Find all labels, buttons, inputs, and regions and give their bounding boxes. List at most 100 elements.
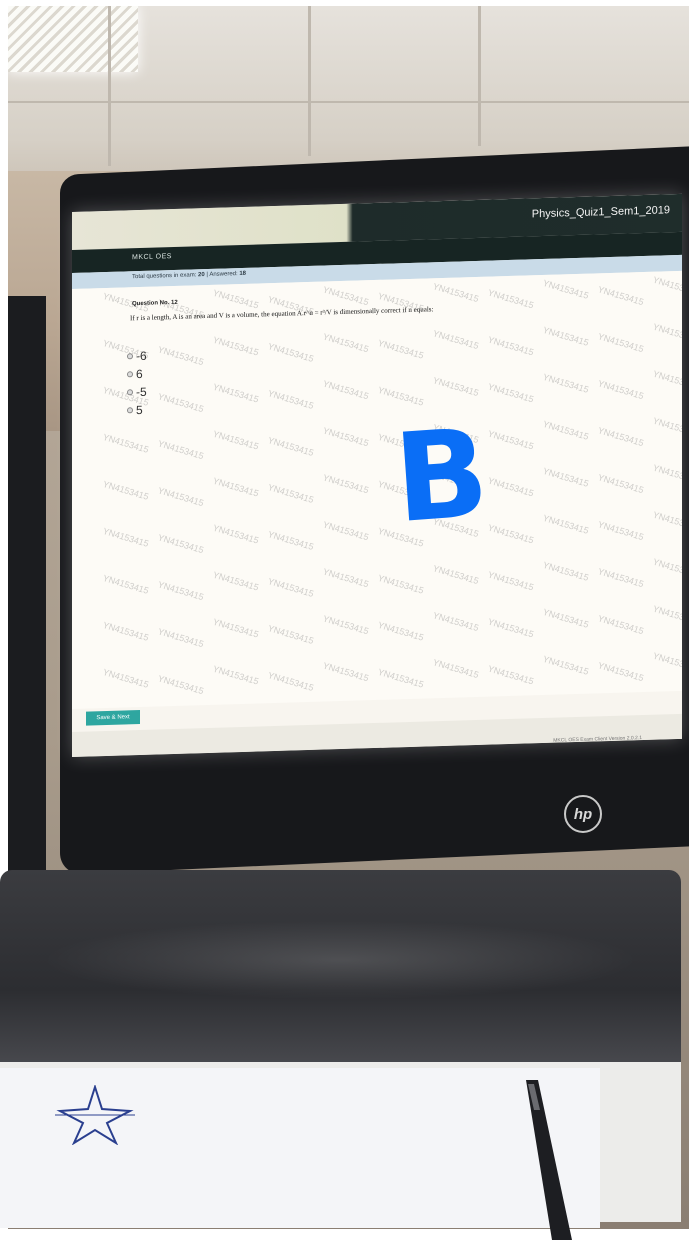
watermark-text: YN4153415 — [101, 572, 150, 596]
watermark-text: YN4153415 — [486, 569, 535, 593]
total-questions-value: 20 — [198, 272, 205, 279]
watermark-text: YN4153415 — [541, 606, 590, 630]
watermark-text: YN4153415 — [596, 425, 645, 449]
watermark-text: YN4153415 — [321, 331, 370, 355]
option-4[interactable]: 5 — [127, 403, 143, 417]
watermark-text: YN4153415 — [211, 616, 260, 640]
watermark-text: YN4153415 — [321, 284, 370, 308]
watermark-text: YN4153415 — [211, 475, 260, 499]
watermark-text: YN4153415 — [376, 619, 425, 643]
watermark-text: YN4153415 — [486, 428, 535, 452]
watermark-text: YN4153415 — [651, 368, 682, 392]
watermark-text: YN4153415 — [651, 274, 682, 298]
watermark-text: YN4153415 — [211, 569, 260, 593]
watermark-text: YN4153415 — [211, 663, 260, 687]
left-dark-object — [8, 296, 46, 916]
option-radio[interactable] — [127, 371, 133, 378]
watermark-text: YN4153415 — [321, 378, 370, 402]
watermark-text: YN4153415 — [596, 472, 645, 496]
ceiling-grid-line — [8, 101, 689, 103]
status-separator: | — [206, 271, 208, 279]
watermark-text: YN4153415 — [376, 666, 425, 690]
option-1[interactable]: -6 — [127, 349, 147, 364]
watermark-text: YN4153415 — [651, 603, 682, 627]
ceiling-grid-line — [108, 6, 111, 166]
watermark-text: YN4153415 — [541, 465, 590, 489]
watermark-text: YN4153415 — [541, 371, 590, 395]
watermark-text: YN4153415 — [431, 657, 480, 681]
watermark-text: YN4153415 — [541, 324, 590, 348]
watermark-text: YN4153415 — [321, 472, 370, 496]
save-next-button[interactable]: Save & Next — [86, 709, 140, 726]
watermark-text: YN4153415 — [156, 438, 205, 462]
watermark-text: YN4153415 — [596, 519, 645, 543]
watermark-text: YN4153415 — [321, 519, 370, 543]
watermark-text: YN4153415 — [376, 384, 425, 408]
watermark-text: YN4153415 — [156, 391, 205, 415]
option-radio[interactable] — [127, 353, 133, 360]
watermark-text: YN4153415 — [321, 425, 370, 449]
watermark-text: YN4153415 — [266, 623, 315, 646]
watermark-text: YN4153415 — [211, 334, 260, 358]
watermark-text: YN4153415 — [266, 576, 315, 599]
watermark-text: YN4153415 — [486, 287, 535, 311]
pen-icon — [526, 1080, 572, 1240]
watermark-text: YN4153415 — [156, 485, 205, 509]
watermark-text: YN4153415 — [266, 482, 315, 505]
watermark-text: YN4153415 — [541, 559, 590, 583]
total-questions-label: Total questions in exam: — [132, 272, 197, 281]
option-radio[interactable] — [127, 407, 133, 414]
option-3[interactable]: -5 — [127, 385, 147, 400]
watermark-text: YN4153415 — [266, 341, 315, 364]
question-area: YN4153415 YN4153415 YN4153415 YN4153415 YN41… — [72, 270, 682, 709]
answered-value: 18 — [239, 270, 247, 278]
watermark-text: YN4153415 — [156, 579, 205, 603]
ceiling-grid-line — [308, 6, 311, 156]
plastic-glare — [40, 920, 640, 1000]
watermark-text: YN4153415 — [541, 512, 590, 536]
star-doodle-icon — [55, 1085, 135, 1145]
watermark-text: YN4153415 — [156, 532, 205, 556]
brand-logo: MKCL OES — [132, 253, 172, 262]
watermark-text: YN4153415 — [156, 673, 205, 697]
answered-label: Answered: — [209, 271, 238, 278]
option-label: -6 — [136, 348, 147, 364]
exam-status: Total questions in exam: 20 | Answered: … — [132, 271, 246, 280]
watermark-text: YN4153415 — [486, 381, 535, 405]
watermark-text: YN4153415 — [101, 666, 150, 690]
watermark-text: YN4153415 — [211, 522, 260, 546]
ceiling-light — [8, 6, 138, 72]
watermark-text: YN4153415 — [596, 284, 645, 308]
watermark-text: YN4153415 — [321, 613, 370, 637]
watermark-text: YN4153415 — [651, 321, 682, 345]
watermark-text: YN4153415 — [596, 660, 645, 684]
option-label: 5 — [136, 402, 143, 418]
option-2[interactable]: 6 — [127, 367, 143, 381]
monitor-screen: Physics_Quiz1_Sem1_2019 MKCL OES Total q… — [72, 193, 682, 757]
watermark-text: YN4153415 — [211, 287, 260, 311]
watermark-text: YN4153415 — [266, 670, 315, 693]
watermark-text: YN4153415 — [651, 415, 682, 439]
watermark-text: YN4153415 — [541, 277, 590, 301]
exam-title: Physics_Quiz1_Sem1_2019 — [531, 204, 670, 221]
watermark-text: YN4153415 — [431, 281, 480, 305]
watermark-text: YN4153415 — [101, 431, 150, 455]
watermark-text: YN4153415 — [486, 522, 535, 546]
watermark-text: YN4153415 — [376, 572, 425, 596]
watermark-text: YN4153415 — [266, 529, 315, 552]
watermark-text: YN4153415 — [431, 610, 480, 634]
watermark-text: YN4153415 — [101, 478, 150, 502]
watermark-text: YN4153415 — [101, 619, 150, 643]
watermark-text: YN4153415 — [651, 462, 682, 486]
watermark-text: YN4153415 — [431, 563, 480, 587]
watermark-text: YN4153415 — [486, 475, 535, 499]
option-radio[interactable] — [127, 389, 133, 396]
watermark-text: YN4153415 — [596, 613, 645, 637]
watermark-text: YN4153415 — [486, 334, 535, 358]
watermark-text: YN4153415 — [266, 435, 315, 458]
ceiling-grid-line — [478, 6, 481, 146]
watermark-text: YN4153415 — [541, 653, 590, 677]
watermark-text: YN4153415 — [596, 566, 645, 590]
watermark-text: YN4153415 — [376, 337, 425, 361]
watermark-text: YN4153415 — [266, 388, 315, 411]
